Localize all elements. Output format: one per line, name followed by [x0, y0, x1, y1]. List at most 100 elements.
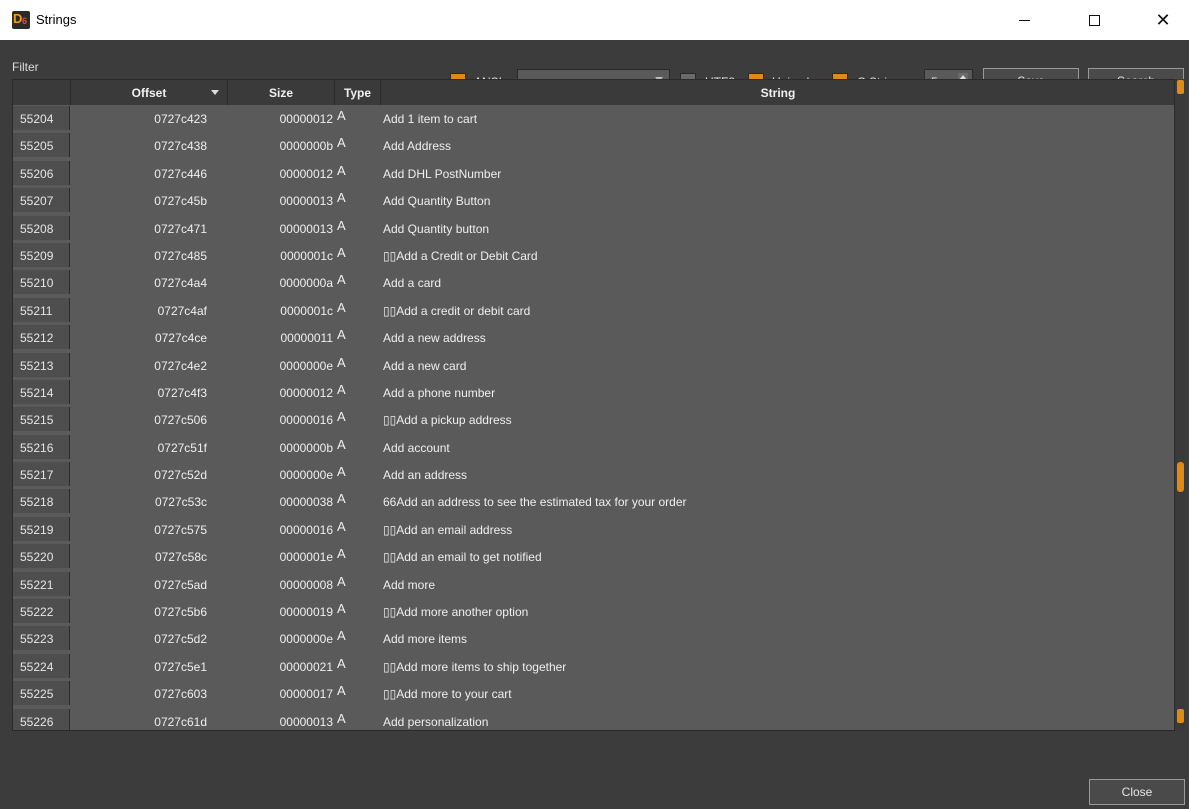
cell-size[interactable]: 00000017 — [228, 680, 333, 701]
table-row[interactable]: 55223 0727c5d2 0000000e A Add more items — [13, 625, 1175, 652]
row-header[interactable]: 55223 — [13, 626, 70, 651]
cell-type[interactable]: A — [337, 242, 377, 260]
row-header[interactable]: 55216 — [13, 434, 70, 459]
cell-type[interactable]: A — [337, 543, 377, 561]
table-row[interactable]: 55214 0727c4f3 00000012 A Add a phone number — [13, 379, 1175, 406]
cell-offset[interactable]: 0727c45b — [71, 187, 227, 208]
row-header[interactable]: 55209 — [13, 242, 70, 267]
close-button[interactable]: Close — [1089, 779, 1185, 805]
cell-string[interactable]: ▯▯Add more another option — [383, 598, 528, 619]
column-header-string[interactable]: String — [381, 80, 1175, 105]
cell-offset[interactable]: 0727c5b6 — [71, 598, 227, 619]
row-header[interactable]: 55206 — [13, 160, 70, 185]
cell-type[interactable]: A — [337, 324, 377, 342]
cell-type[interactable]: A — [337, 105, 377, 123]
row-header[interactable]: 55205 — [13, 133, 70, 158]
cell-string[interactable]: ▯▯Add more to your cart — [383, 680, 512, 701]
table-row[interactable]: 55215 0727c506 00000016 A ▯▯Add a pickup add… — [13, 406, 1175, 433]
row-header[interactable]: 55226 — [13, 708, 70, 730]
cell-offset[interactable]: 0727c423 — [71, 105, 227, 126]
cell-type[interactable]: A — [337, 160, 377, 178]
cell-type[interactable]: A — [337, 680, 377, 698]
cell-type[interactable]: A — [337, 406, 377, 424]
cell-type[interactable]: A — [337, 187, 377, 205]
cell-size[interactable]: 0000001e — [228, 543, 333, 564]
cell-type[interactable]: A — [337, 461, 377, 479]
cell-string[interactable]: Add 1 item to cart — [383, 105, 477, 126]
cell-type[interactable]: A — [337, 488, 377, 506]
cell-offset[interactable]: 0727c4af — [71, 297, 227, 318]
cell-size[interactable]: 00000013 — [228, 187, 333, 208]
row-header[interactable]: 55204 — [13, 106, 70, 130]
cell-type[interactable]: A — [337, 434, 377, 452]
row-header[interactable]: 55213 — [13, 352, 70, 377]
cell-string[interactable]: Add a new card — [383, 352, 466, 373]
cell-offset[interactable]: 0727c5d2 — [71, 625, 227, 646]
cell-offset[interactable]: 0727c5ad — [71, 571, 227, 592]
column-header-size[interactable]: Size — [228, 80, 335, 105]
cell-offset[interactable]: 0727c446 — [71, 160, 227, 181]
cell-offset[interactable]: 0727c575 — [71, 516, 227, 537]
cell-offset[interactable]: 0727c61d — [71, 708, 227, 729]
column-header-type[interactable]: Type — [335, 80, 381, 105]
cell-type[interactable]: A — [337, 708, 377, 726]
cell-offset[interactable]: 0727c485 — [71, 242, 227, 263]
cell-string[interactable]: Add DHL PostNumber — [383, 160, 501, 181]
table-row[interactable]: 55224 0727c5e1 00000021 A ▯▯Add more items t… — [13, 653, 1175, 680]
row-header[interactable]: 55217 — [13, 462, 70, 487]
cell-size[interactable]: 0000000e — [228, 625, 333, 646]
cell-type[interactable]: A — [337, 297, 377, 315]
cell-size[interactable]: 00000012 — [228, 105, 333, 126]
table-row[interactable]: 55226 0727c61d 00000013 A Add personalizatio… — [13, 708, 1175, 730]
row-header[interactable]: 55221 — [13, 571, 70, 596]
cell-string[interactable]: ▯▯Add a Credit or Debit Card — [383, 242, 538, 263]
cell-string[interactable]: ▯▯Add an email to get notified — [383, 543, 542, 564]
cell-string[interactable]: Add personalization — [383, 708, 488, 729]
table-row[interactable]: 55206 0727c446 00000012 A Add DHL PostNumber — [13, 160, 1175, 187]
cell-type[interactable]: A — [337, 653, 377, 671]
table-row[interactable]: 55213 0727c4e2 0000000e A Add a new card — [13, 352, 1175, 379]
cell-offset[interactable]: 0727c438 — [71, 132, 227, 153]
table-row[interactable]: 55205 0727c438 0000000b A Add Address — [13, 132, 1175, 159]
cell-type[interactable]: A — [337, 516, 377, 534]
cell-size[interactable]: 0000000b — [228, 132, 333, 153]
cell-type[interactable]: A — [337, 269, 377, 287]
table-row[interactable]: 55216 0727c51f 0000000b A Add account — [13, 434, 1175, 461]
table-row[interactable]: 55221 0727c5ad 00000008 A Add more — [13, 571, 1175, 598]
row-header[interactable]: 55222 — [13, 599, 70, 624]
cell-string[interactable]: Add a phone number — [383, 379, 495, 400]
cell-type[interactable]: A — [337, 379, 377, 397]
table-row[interactable]: 55219 0727c575 00000016 A ▯▯Add an email add… — [13, 516, 1175, 543]
row-header[interactable]: 55210 — [13, 270, 70, 295]
cell-size[interactable]: 0000000e — [228, 352, 333, 373]
cell-type[interactable]: A — [337, 625, 377, 643]
cell-size[interactable]: 0000001c — [228, 297, 333, 318]
row-header[interactable]: 55220 — [13, 544, 70, 569]
cell-string[interactable]: Add Address — [383, 132, 451, 153]
cell-offset[interactable]: 0727c4a4 — [71, 269, 227, 290]
row-header[interactable]: 55218 — [13, 489, 70, 514]
cell-type[interactable]: A — [337, 215, 377, 233]
row-header[interactable]: 55219 — [13, 516, 70, 541]
cell-string[interactable]: ▯▯Add a pickup address — [383, 406, 512, 427]
cell-size[interactable]: 00000019 — [228, 598, 333, 619]
cell-string[interactable]: Add more — [383, 571, 435, 592]
row-header[interactable]: 55211 — [13, 297, 70, 322]
cell-offset[interactable]: 0727c506 — [71, 406, 227, 427]
cell-size[interactable]: 00000016 — [228, 406, 333, 427]
row-header[interactable]: 55214 — [13, 379, 70, 404]
row-header[interactable]: 55224 — [13, 653, 70, 678]
cell-type[interactable]: A — [337, 352, 377, 370]
cell-string[interactable]: ▯▯Add more items to ship together — [383, 653, 566, 674]
cell-offset[interactable]: 0727c58c — [71, 543, 227, 564]
cell-string[interactable]: Add a new address — [383, 324, 486, 345]
cell-offset[interactable]: 0727c51f — [71, 434, 227, 455]
cell-offset[interactable]: 0727c4ce — [71, 324, 227, 345]
cell-size[interactable]: 0000001c — [228, 242, 333, 263]
cell-string[interactable]: ▯▯Add a credit or debit card — [383, 297, 530, 318]
table-row[interactable]: 55212 0727c4ce 00000011 A Add a new address — [13, 324, 1175, 351]
table-row[interactable]: 55208 0727c471 00000013 A Add Quantity butto… — [13, 215, 1175, 242]
cell-type[interactable]: A — [337, 571, 377, 589]
vertical-scrollbar[interactable] — [1174, 79, 1186, 731]
table-row[interactable]: 55207 0727c45b 00000013 A Add Quantity Butto… — [13, 187, 1175, 214]
